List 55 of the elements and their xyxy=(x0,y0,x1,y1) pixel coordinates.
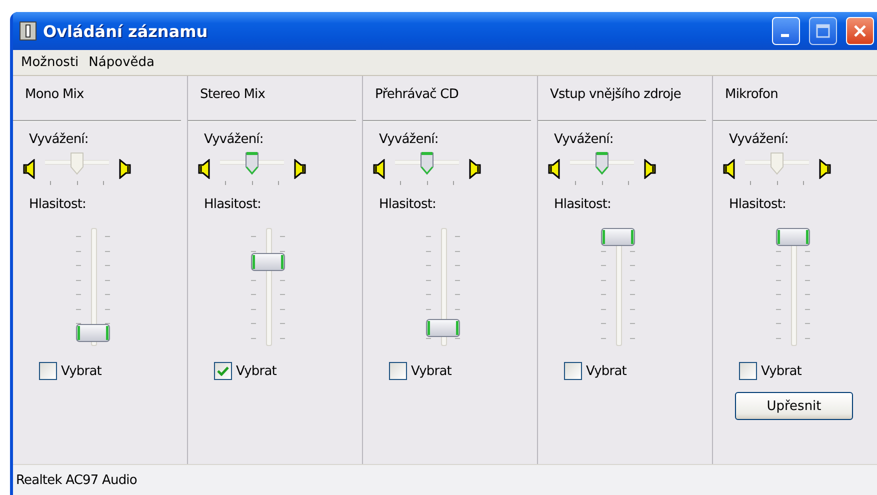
status-text: Realtek AC97 Audio xyxy=(16,472,137,488)
app-icon xyxy=(19,21,37,41)
balance-label: Vyvážení: xyxy=(29,132,88,147)
speaker-icon xyxy=(467,159,481,179)
checkbox-label: Vybrat xyxy=(411,364,452,378)
checkbox[interactable] xyxy=(389,362,407,380)
balance-label: Vyvážení: xyxy=(204,132,264,147)
maximize-icon xyxy=(816,24,830,38)
checkbox[interactable] xyxy=(739,362,757,380)
slider-thumb[interactable] xyxy=(595,151,609,175)
checkbox-label: Vybrat xyxy=(761,364,802,378)
slider-thumb[interactable] xyxy=(251,252,285,271)
channel-name: Stereo Mix xyxy=(200,87,266,102)
speaker-icon xyxy=(723,159,737,179)
volume-label: Hlasitost: xyxy=(379,197,436,212)
checkbox-label: Vybrat xyxy=(61,364,102,378)
speaker-icon xyxy=(817,159,831,179)
slider-thumb[interactable] xyxy=(420,151,434,175)
balance-label: Vyvážení: xyxy=(554,132,614,147)
checkbox[interactable] xyxy=(39,362,57,380)
speaker-icon xyxy=(548,159,562,179)
minimize-button[interactable] xyxy=(772,17,800,45)
menu-item[interactable]: Nápověda xyxy=(84,53,158,72)
maximize-button[interactable] xyxy=(809,17,837,45)
close-button[interactable] xyxy=(846,17,874,45)
checkbox-label: Vybrat xyxy=(586,364,626,378)
checkbox[interactable] xyxy=(564,362,582,380)
channel-name: Vstup vnějšího zdroje xyxy=(550,87,681,102)
volume-label: Hlasitost: xyxy=(554,197,612,212)
speaker-icon xyxy=(23,159,37,179)
volume-label: Hlasitost: xyxy=(204,197,262,212)
slider-thumb[interactable] xyxy=(245,151,259,175)
slider-thumb[interactable] xyxy=(776,228,810,246)
channel-name: Mikrofon xyxy=(725,87,778,102)
slider-thumb[interactable] xyxy=(601,228,635,246)
balance-label: Vyvážení: xyxy=(379,132,438,147)
minimize-icon xyxy=(780,34,788,36)
checkbox[interactable] xyxy=(214,362,232,380)
volume-label: Hlasitost: xyxy=(29,197,86,212)
checkbox-label: Vybrat xyxy=(236,364,276,378)
advanced-button[interactable]: Upřesnit xyxy=(735,392,853,420)
speaker-icon xyxy=(373,159,387,179)
channel-name: Přehrávač CD xyxy=(375,87,458,102)
speaker-icon xyxy=(642,159,656,179)
speaker-icon xyxy=(292,159,306,179)
slider-thumb[interactable] xyxy=(426,319,460,338)
speaker-icon xyxy=(198,159,212,179)
slider-thumb[interactable] xyxy=(76,324,110,342)
window-title: Ovládání záznamu xyxy=(43,22,209,40)
speaker-icon xyxy=(117,159,131,179)
menu-item[interactable]: Možnosti xyxy=(17,53,83,72)
close-icon xyxy=(853,24,867,38)
balance-label: Vyvážení: xyxy=(729,132,788,147)
volume-label: Hlasitost: xyxy=(729,197,786,212)
channel-name: Mono Mix xyxy=(25,87,84,102)
